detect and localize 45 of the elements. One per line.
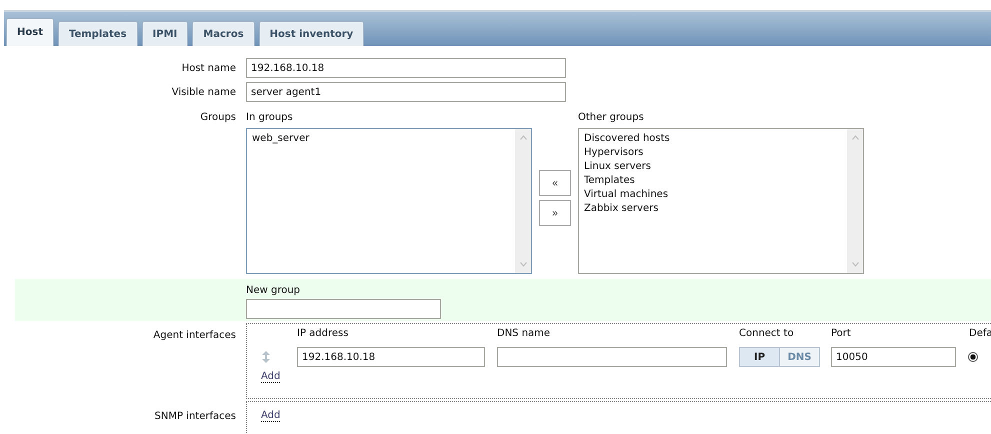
field-label: Visible name bbox=[170, 86, 236, 98]
list-item[interactable]: web_server bbox=[252, 132, 510, 146]
chevron-down-icon[interactable] bbox=[520, 262, 526, 267]
tab[interactable]: Macros bbox=[192, 21, 255, 46]
list-caption: In groups bbox=[246, 112, 294, 123]
list-item[interactable]: Templates bbox=[584, 174, 842, 188]
add-link[interactable]: Add bbox=[261, 371, 280, 383]
list-item[interactable]: Linux servers bbox=[584, 160, 842, 174]
dns-name-field[interactable] bbox=[497, 347, 727, 367]
tab[interactable]: IPMI bbox=[142, 21, 188, 46]
column-header: Connect to bbox=[738, 328, 795, 339]
scrollbar[interactable] bbox=[515, 129, 531, 273]
column-header: DNS name bbox=[496, 328, 552, 339]
ip-address-field[interactable]: 192.168.10.18 bbox=[297, 347, 485, 367]
column-header: IP address bbox=[296, 328, 350, 339]
move-left-button[interactable]: « bbox=[539, 170, 571, 196]
visible-name-field[interactable]: server agent1 bbox=[246, 82, 566, 102]
field-label: Agent interfaces bbox=[152, 329, 236, 341]
other-groups-list[interactable]: Discovered hosts Hypervisors Linux servers Templates Virtual machines Zabbix servers bbox=[578, 128, 864, 274]
column-header: Port bbox=[830, 328, 852, 339]
connect-option[interactable]: IP bbox=[740, 348, 780, 366]
add-link[interactable]: Add bbox=[261, 410, 280, 422]
field-label: Host name bbox=[180, 62, 236, 74]
tab[interactable]: Templates bbox=[58, 21, 138, 46]
default-radio[interactable] bbox=[968, 352, 978, 362]
field-label: Groups bbox=[199, 112, 236, 123]
drag-handle-icon[interactable] bbox=[262, 351, 270, 363]
port-field[interactable]: 10050 bbox=[831, 347, 956, 367]
scrollbar[interactable] bbox=[847, 129, 863, 273]
list-caption: Other groups bbox=[578, 112, 645, 123]
list-item[interactable]: Hypervisors bbox=[584, 146, 842, 160]
field-label: SNMP interfaces bbox=[154, 410, 236, 422]
chevron-up-icon[interactable] bbox=[520, 135, 526, 140]
new-group-field[interactable] bbox=[246, 299, 441, 319]
list-item[interactable]: Zabbix servers bbox=[584, 202, 842, 216]
tab[interactable]: Host inventory bbox=[258, 21, 364, 46]
host-name-field[interactable]: 192.168.10.18 bbox=[246, 58, 566, 78]
list-item[interactable]: Virtual machines bbox=[584, 188, 842, 202]
move-right-button[interactable]: » bbox=[539, 200, 571, 226]
chevron-up-icon[interactable] bbox=[852, 135, 858, 140]
field-label: New group bbox=[246, 285, 302, 296]
tab[interactable]: Host bbox=[6, 18, 54, 46]
list-item[interactable]: Discovered hosts bbox=[584, 132, 842, 146]
chevron-down-icon[interactable] bbox=[852, 262, 858, 267]
in-groups-list[interactable]: web_server bbox=[246, 128, 532, 274]
